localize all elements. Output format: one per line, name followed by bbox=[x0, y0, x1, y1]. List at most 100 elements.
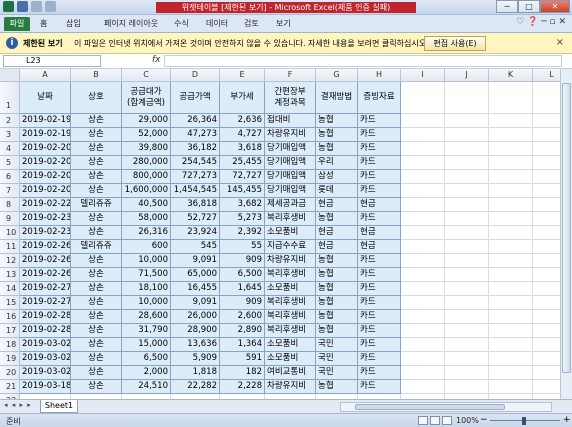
enable-editing-button[interactable]: 편집 사용(E) bbox=[424, 36, 486, 51]
table-cell[interactable]: 상손 bbox=[71, 128, 122, 142]
empty-cell[interactable] bbox=[401, 380, 445, 394]
empty-cell[interactable] bbox=[489, 226, 533, 240]
table-cell[interactable]: 현금 bbox=[316, 198, 358, 212]
header-cell[interactable]: 공급대가 (합계금액) bbox=[122, 82, 171, 114]
row-header[interactable]: 5 bbox=[0, 156, 20, 170]
table-cell[interactable]: 5,273 bbox=[220, 212, 265, 226]
empty-cell[interactable] bbox=[489, 114, 533, 128]
empty-cell[interactable] bbox=[401, 366, 445, 380]
empty-cell[interactable] bbox=[489, 142, 533, 156]
save-icon[interactable] bbox=[17, 1, 28, 12]
row-header[interactable]: 8 bbox=[0, 198, 20, 212]
empty-cell[interactable] bbox=[489, 198, 533, 212]
empty-cell[interactable] bbox=[533, 296, 560, 310]
column-header-a[interactable]: A bbox=[20, 69, 71, 82]
column-header-c[interactable]: C bbox=[122, 69, 171, 82]
table-cell[interactable]: 복리후생비 bbox=[265, 296, 316, 310]
table-cell[interactable]: 상손 bbox=[71, 170, 122, 184]
table-cell[interactable]: 농협 bbox=[316, 268, 358, 282]
spreadsheet-grid[interactable]: A B C D E F G H I J K L 1 2 3 4 5 6 7 8 9 10 11 12 13 14 15 16 17 18 1… bbox=[0, 69, 560, 399]
empty-cell[interactable] bbox=[445, 198, 489, 212]
tab-insert[interactable]: 삽입 bbox=[66, 18, 81, 29]
column-header-h[interactable]: H bbox=[358, 69, 401, 82]
row-header[interactable]: 9 bbox=[0, 212, 20, 226]
table-cell[interactable]: 2019-02-26 bbox=[20, 268, 71, 282]
table-cell[interactable]: 카드 bbox=[358, 268, 401, 282]
empty-cell[interactable] bbox=[533, 366, 560, 380]
table-cell[interactable]: 삼성 bbox=[316, 170, 358, 184]
table-cell[interactable]: 182 bbox=[220, 366, 265, 380]
empty-cell[interactable] bbox=[489, 338, 533, 352]
table-cell[interactable]: 상손 bbox=[71, 254, 122, 268]
table-cell[interactable]: 상손 bbox=[71, 114, 122, 128]
empty-cell[interactable] bbox=[445, 310, 489, 324]
empty-cell[interactable] bbox=[533, 268, 560, 282]
table-cell[interactable]: 현금 bbox=[316, 226, 358, 240]
function-icon[interactable]: fx bbox=[152, 55, 161, 65]
column-header-f[interactable]: F bbox=[265, 69, 316, 82]
empty-cell[interactable] bbox=[401, 268, 445, 282]
row-header[interactable]: 3 bbox=[0, 128, 20, 142]
table-cell[interactable]: 상손 bbox=[71, 352, 122, 366]
undo-icon[interactable] bbox=[31, 1, 42, 12]
table-cell[interactable]: 52,000 bbox=[122, 128, 171, 142]
table-cell[interactable]: 6,500 bbox=[122, 352, 171, 366]
table-cell[interactable]: 카드 bbox=[358, 170, 401, 184]
table-cell[interactable]: 9,091 bbox=[171, 296, 220, 310]
table-cell[interactable]: 상손 bbox=[71, 310, 122, 324]
table-cell[interactable]: 2019-02-19 bbox=[20, 114, 71, 128]
table-cell[interactable]: 농협 bbox=[316, 310, 358, 324]
table-cell[interactable]: 농협 bbox=[316, 114, 358, 128]
select-all-corner[interactable] bbox=[0, 69, 20, 82]
tab-file[interactable]: 파일 bbox=[4, 17, 30, 31]
table-cell[interactable]: 52,727 bbox=[171, 212, 220, 226]
table-cell[interactable]: 2019-02-19 bbox=[20, 128, 71, 142]
empty-cell[interactable] bbox=[533, 128, 560, 142]
table-cell[interactable]: 600 bbox=[122, 240, 171, 254]
table-cell[interactable]: 복리후생비 bbox=[265, 310, 316, 324]
table-cell[interactable]: 2019-02-20 bbox=[20, 184, 71, 198]
empty-cell[interactable] bbox=[533, 212, 560, 226]
table-cell[interactable]: 800,000 bbox=[122, 170, 171, 184]
protected-view-message[interactable]: 이 파일은 인터넷 위치에서 가져온 것이며 안전하지 않을 수 있습니다. 자… bbox=[74, 38, 429, 49]
table-cell[interactable]: 농협 bbox=[316, 282, 358, 296]
column-header-b[interactable]: B bbox=[71, 69, 122, 82]
empty-cell[interactable] bbox=[401, 240, 445, 254]
empty-cell[interactable] bbox=[445, 240, 489, 254]
empty-cell[interactable] bbox=[445, 366, 489, 380]
table-cell[interactable]: 당기매입액 bbox=[265, 156, 316, 170]
table-cell[interactable]: 2019-02-20 bbox=[20, 170, 71, 184]
table-cell[interactable]: 25,455 bbox=[220, 156, 265, 170]
table-cell[interactable]: 복리후생비 bbox=[265, 324, 316, 338]
table-cell[interactable]: 71,500 bbox=[122, 268, 171, 282]
table-cell[interactable]: 지급수수료 bbox=[265, 240, 316, 254]
table-cell[interactable]: 카드 bbox=[358, 366, 401, 380]
empty-cell[interactable] bbox=[489, 268, 533, 282]
table-cell[interactable]: 차량유지비 bbox=[265, 254, 316, 268]
empty-cell[interactable] bbox=[401, 296, 445, 310]
table-cell[interactable]: 소모품비 bbox=[265, 282, 316, 296]
table-cell[interactable]: 카드 bbox=[358, 380, 401, 394]
table-cell[interactable]: 2019-02-28 bbox=[20, 310, 71, 324]
table-cell[interactable]: 16,455 bbox=[171, 282, 220, 296]
empty-cell[interactable] bbox=[489, 184, 533, 198]
empty-cell[interactable] bbox=[401, 170, 445, 184]
empty-cell[interactable] bbox=[533, 226, 560, 240]
table-cell[interactable]: 접대비 bbox=[265, 114, 316, 128]
empty-cell[interactable] bbox=[489, 254, 533, 268]
formula-input[interactable] bbox=[164, 55, 562, 67]
table-cell[interactable]: 727,273 bbox=[171, 170, 220, 184]
tab-review[interactable]: 검토 bbox=[244, 18, 259, 29]
table-cell[interactable]: 상손 bbox=[71, 380, 122, 394]
empty-cell[interactable] bbox=[533, 338, 560, 352]
protected-view-bar[interactable]: i 제한된 보기 이 파일은 인터넷 위치에서 가져온 것이며 안전하지 않을 … bbox=[0, 33, 572, 54]
table-cell[interactable]: 2019-03-02 bbox=[20, 352, 71, 366]
tab-view[interactable]: 보기 bbox=[276, 18, 291, 29]
row-header[interactable]: 11 bbox=[0, 240, 20, 254]
table-cell[interactable]: 카드 bbox=[358, 310, 401, 324]
table-cell[interactable]: 2,600 bbox=[220, 310, 265, 324]
table-cell[interactable]: 6,500 bbox=[220, 268, 265, 282]
ribbon-right-icons[interactable]: ♡ ❓ ─ ▫ ✕ bbox=[516, 17, 566, 27]
table-cell[interactable]: 5,909 bbox=[171, 352, 220, 366]
table-cell[interactable]: 22,282 bbox=[171, 380, 220, 394]
